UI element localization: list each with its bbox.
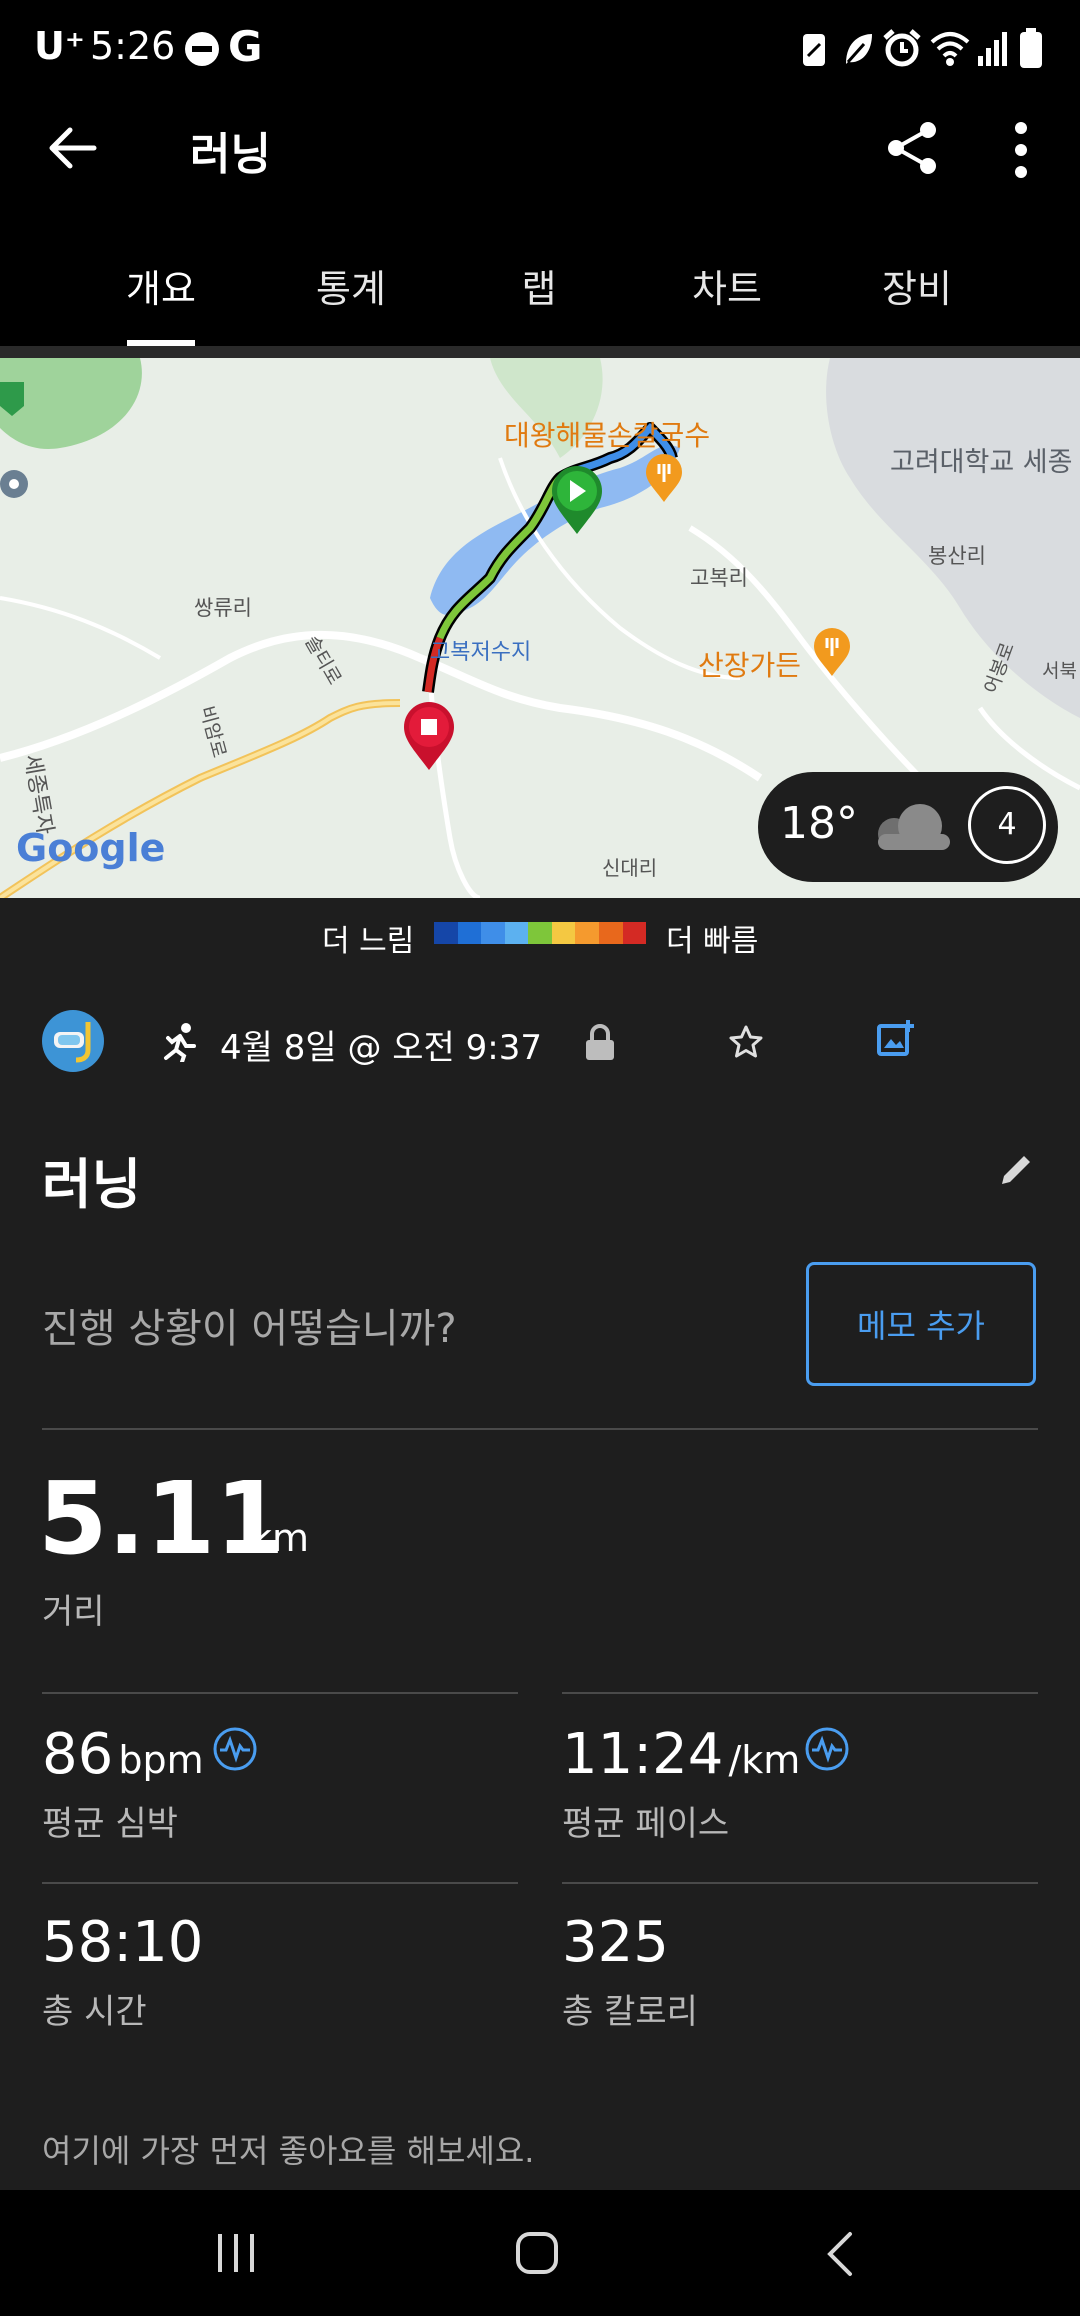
progress-prompt[interactable]: 진행 상황이 어떻습니까?	[42, 1296, 457, 1354]
restaurant-marker-icon[interactable]	[644, 454, 684, 504]
cloud-icon	[878, 804, 950, 850]
pace-color-segment	[481, 922, 505, 944]
pace-unit: /km	[728, 1738, 801, 1782]
map-label-bongsan: 봉산리	[928, 544, 986, 568]
map-label-reservoir: 고복저수지	[430, 640, 532, 665]
heart-rate-value: 86	[42, 1722, 114, 1787]
route-map[interactable]: 대왕해물손칼국수 고려대학교 세종 봉산리 고복리 고복저수지 산장가든 쌍류리…	[0, 358, 1080, 898]
pace-color-segment	[434, 922, 458, 944]
carrier-label: U⁺	[34, 24, 85, 68]
home-icon[interactable]	[514, 2230, 562, 2278]
tab-gear[interactable]: 장비	[842, 258, 992, 313]
lock-icon[interactable]	[584, 1024, 616, 1062]
activity-details: 4월 8일 @ 오전 9:37 러닝 진행 상황이 어떻습니까? 메모 추가 5…	[0, 970, 1080, 2190]
google-logo: Google	[16, 826, 166, 870]
distance-value: 5.11	[38, 1460, 285, 1577]
legend-fast-label: 더 빠름	[666, 924, 759, 959]
map-label-university: 고려대학교 세종	[890, 447, 1073, 478]
divider	[42, 1882, 518, 1884]
status-time: 5:26	[90, 24, 176, 68]
map-label-ssangnyu: 쌍류리	[194, 596, 252, 620]
back-arrow-icon[interactable]	[46, 122, 98, 174]
place-marker-icon	[0, 470, 28, 498]
calories-value: 325	[562, 1910, 669, 1975]
activity-datetime: 4월 8일 @ 오전 9:37	[220, 1028, 542, 1068]
leaf-icon	[846, 34, 872, 64]
pace-value: 11:24	[562, 1722, 724, 1787]
park-marker-icon	[0, 382, 24, 416]
map-label-sanjang: 산장가든	[698, 649, 802, 682]
tab-stats[interactable]: 통계	[276, 258, 426, 313]
pace-color-segment	[622, 922, 647, 944]
heart-rate-stat[interactable]: 86 bpm	[42, 1722, 204, 1787]
do-not-disturb-icon	[185, 32, 219, 66]
system-nav-bar	[0, 2190, 1080, 2316]
divider	[562, 1692, 1038, 1694]
battery-saver-icon	[803, 34, 825, 66]
wind-indicator: 4	[968, 786, 1046, 864]
pace-color-segment	[551, 922, 576, 944]
signal-icon	[978, 32, 1007, 66]
legend-slow-label: 더 느림	[322, 924, 415, 959]
pace-color-segment	[598, 922, 623, 944]
tab-overview[interactable]: 개요	[86, 258, 236, 313]
map-label-sindae: 신대리	[602, 856, 658, 880]
heart-rate-sensor-icon	[213, 1727, 257, 1771]
page-title: 러닝	[190, 129, 271, 180]
star-icon[interactable]	[728, 1024, 764, 1060]
more-vertical-icon[interactable]	[1006, 120, 1036, 180]
status-bar: U⁺ 5:26 G	[0, 0, 1080, 96]
pace-color-segment	[457, 922, 482, 944]
add-photo-icon[interactable]	[876, 1018, 916, 1058]
tab-divider	[0, 346, 1080, 358]
heart-rate-unit: bpm	[118, 1738, 204, 1782]
add-memo-button[interactable]: 메모 추가	[806, 1262, 1036, 1386]
pace-color-scale	[434, 922, 647, 944]
pace-color-segment	[528, 922, 552, 944]
activity-name: 러닝	[42, 1153, 142, 1216]
pace-color-segment	[504, 922, 529, 944]
avatar[interactable]	[42, 1010, 104, 1072]
finish-marker-icon[interactable]	[402, 700, 456, 772]
distance-label: 거리	[42, 1592, 105, 1632]
total-time-value: 58:10	[42, 1910, 204, 1975]
tab-laps[interactable]: 랩	[464, 258, 614, 313]
calories-label: 총 칼로리	[562, 1992, 698, 2032]
wind-speed: 4	[997, 807, 1017, 842]
divider	[42, 1692, 518, 1694]
divider	[42, 1428, 1038, 1430]
heart-rate-label: 평균 심박	[42, 1804, 178, 1844]
pace-sensor-icon	[805, 1727, 849, 1771]
battery-icon	[1020, 28, 1042, 68]
share-icon[interactable]	[884, 120, 940, 176]
start-marker-icon[interactable]	[550, 464, 604, 536]
weather-pill[interactable]: 18° 4	[758, 772, 1058, 882]
likes-prompt[interactable]: 여기에 가장 먼저 좋아요를 해보세요.	[42, 2126, 534, 2172]
restaurant-marker-icon-2[interactable]	[812, 628, 852, 678]
map-label-seobuk: 서북	[1042, 660, 1077, 682]
google-icon: G	[228, 22, 263, 71]
pace-color-segment	[575, 922, 599, 944]
map-label-gobok: 고복리	[690, 566, 748, 590]
distance-unit: km	[250, 1516, 310, 1560]
tab-charts[interactable]: 차트	[652, 258, 802, 313]
pace-label: 평균 페이스	[562, 1804, 730, 1844]
wifi-icon	[930, 32, 970, 66]
pace-stat[interactable]: 11:24 /km	[562, 1722, 800, 1787]
map-label-restaurant: 대왕해물손칼국수	[504, 419, 711, 452]
edit-icon[interactable]	[996, 1150, 1036, 1190]
divider	[562, 1882, 1038, 1884]
running-icon	[164, 1023, 196, 1062]
back-nav-icon[interactable]	[822, 2230, 856, 2278]
pace-legend: 더 느림 더 빠름	[0, 898, 1080, 970]
total-time-label: 총 시간	[42, 1992, 147, 2032]
add-memo-label: 메모 추가	[857, 1307, 985, 1345]
recent-apps-icon[interactable]	[214, 2230, 258, 2276]
alarm-icon	[883, 29, 921, 67]
weather-temperature: 18°	[780, 798, 858, 849]
